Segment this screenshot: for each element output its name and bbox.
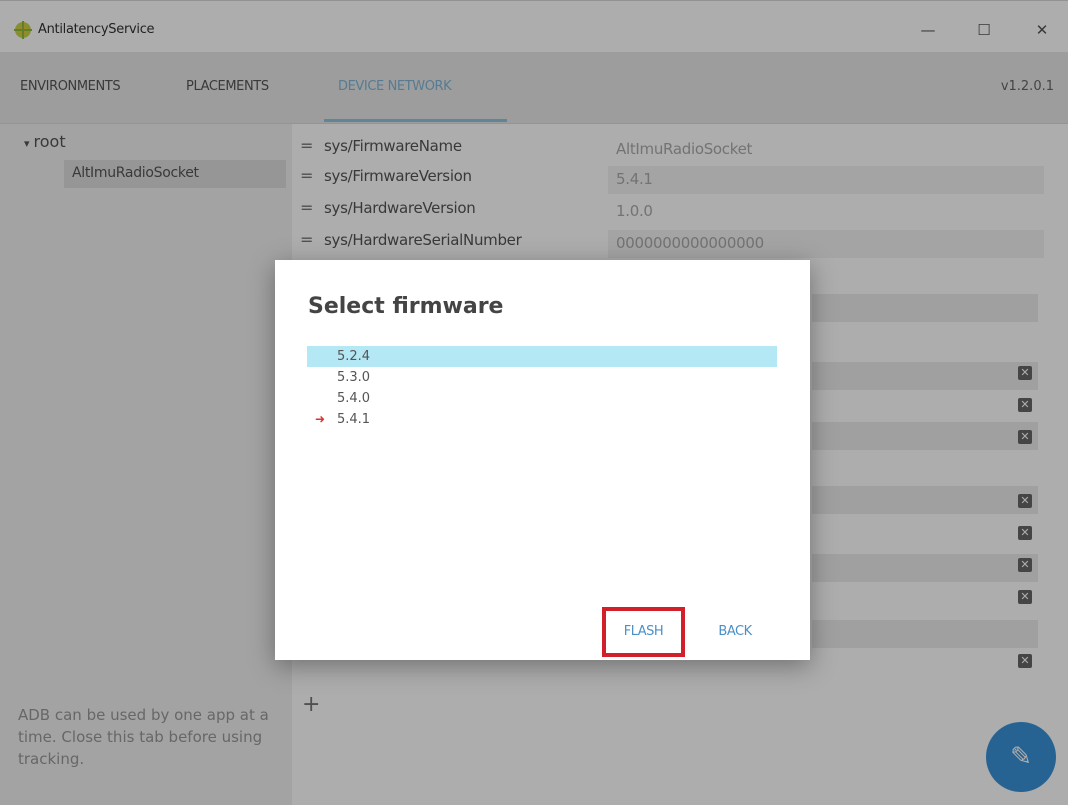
- firmware-item[interactable]: 5.2.4: [307, 346, 777, 367]
- current-firmware-arrow-icon: ➜: [315, 412, 326, 426]
- back-button[interactable]: BACK: [700, 607, 770, 657]
- flash-button[interactable]: FLASH: [602, 607, 685, 657]
- firmware-item[interactable]: ➜ 5.4.1: [307, 409, 777, 430]
- firmware-list: 5.2.4 5.3.0 5.4.0 ➜ 5.4.1: [307, 346, 777, 430]
- firmware-version: 5.2.4: [337, 349, 371, 364]
- firmware-version: 5.4.1: [337, 412, 371, 427]
- firmware-version: 5.3.0: [337, 370, 371, 385]
- dialog-title: Select firmware: [308, 294, 504, 319]
- select-firmware-dialog: Select firmware 5.2.4 5.3.0 5.4.0 ➜ 5.4.…: [275, 260, 810, 660]
- firmware-item[interactable]: 5.4.0: [307, 388, 777, 409]
- firmware-item[interactable]: 5.3.0: [307, 367, 777, 388]
- firmware-version: 5.4.0: [337, 391, 371, 406]
